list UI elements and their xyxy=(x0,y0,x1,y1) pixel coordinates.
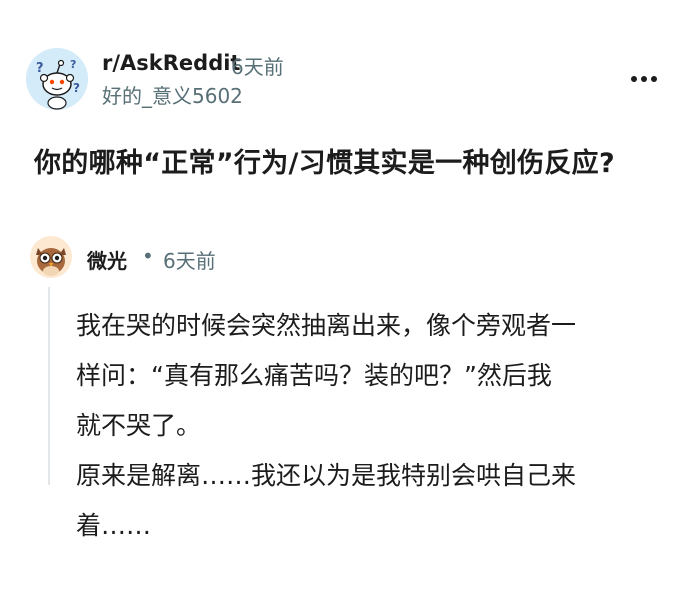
askreddit-snoo-icon[interactable]: ? ? ? xyxy=(26,48,88,110)
owl-avatar-graphic xyxy=(30,236,72,278)
comment-thread-line[interactable] xyxy=(48,287,50,485)
comment-text-line: 着…… xyxy=(76,511,152,540)
comment-text-line: 原来是解离……我还以为是我特别会哄自己来 xyxy=(76,461,577,490)
comment-text-line: 我在哭的时候会突然抽离出来，像个旁观者一 xyxy=(76,311,577,340)
svg-text:?: ? xyxy=(70,58,76,71)
more-options-icon[interactable] xyxy=(630,70,658,88)
comment-author[interactable]: 微光 xyxy=(87,245,127,274)
svg-text:?: ? xyxy=(73,81,80,95)
three-dots-graphic xyxy=(631,76,657,82)
snoo-icon-graphic: ? ? ? xyxy=(26,48,88,110)
svg-text:?: ? xyxy=(36,61,44,76)
post-title[interactable]: 你的哪种“正常”行为/习惯其实是一种创伤反应? xyxy=(34,141,615,180)
post-timestamp: 6天前 xyxy=(231,55,284,79)
comment-body: 我在哭的时候会突然抽离出来，像个旁观者一 样问：“真有那么痛苦吗？装的吧？”然后… xyxy=(76,301,676,551)
meta-separator: • xyxy=(142,244,154,268)
post-author[interactable]: 好的_意义5602 xyxy=(102,80,243,109)
post-header: ? ? ? r/AskReddit 6天前 好的_意义5602 xyxy=(26,46,666,116)
owl-avatar-icon[interactable] xyxy=(30,236,72,278)
comment-text-line: 样问：“真有那么痛苦吗？装的吧？”然后我 xyxy=(76,361,552,390)
comment-timestamp: 6天前 xyxy=(163,249,216,273)
subreddit-name[interactable]: r/AskReddit xyxy=(102,51,240,75)
comment-text-line: 就不哭了。 xyxy=(76,411,202,440)
comment-header: 微光 • 6天前 xyxy=(30,236,430,280)
